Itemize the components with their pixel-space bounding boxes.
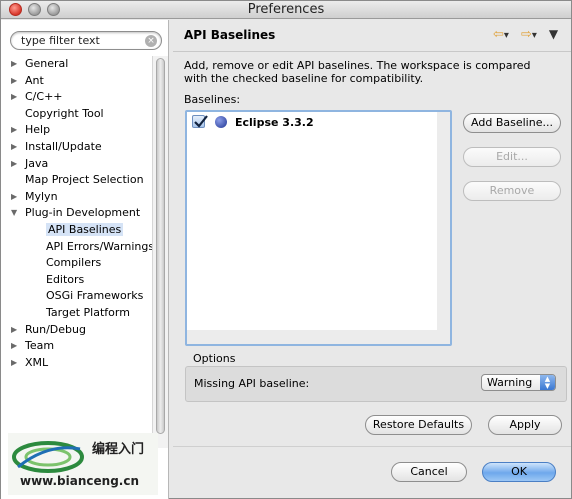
preference-tree-pane: type filter text × ▶ General ▶ Ant ▶ C/C++ Cop… [1, 20, 169, 499]
watermark-cn-text: 编程入门 [92, 441, 144, 457]
ok-button[interactable]: OK [482, 462, 556, 482]
missing-baseline-value: Warning [487, 376, 533, 389]
tree-item-label: C/C++ [25, 90, 63, 104]
back-arrow-icon[interactable]: ⇦▾ [493, 27, 515, 42]
triangle-right-icon[interactable]: ▶ [11, 355, 21, 371]
watermark-logo: 编程入门 www.bianceng.cn [8, 433, 158, 495]
tree-scrollbar-thumb[interactable] [156, 58, 165, 434]
baseline-globe-icon [215, 116, 227, 128]
clear-filter-icon[interactable]: × [145, 35, 157, 47]
baseline-checkbox[interactable] [192, 115, 208, 128]
tree-item-label: OSGi Frameworks [46, 289, 144, 303]
restore-defaults-button[interactable]: Restore Defaults [365, 415, 472, 435]
page-title: API Baselines [184, 28, 276, 42]
tree-item-label: Run/Debug [25, 322, 86, 336]
select-arrows-icon: ▲ ▼ [540, 375, 555, 390]
triangle-down-icon[interactable]: ▼ [11, 205, 21, 221]
remove-baseline-button[interactable]: Remove [463, 181, 561, 201]
triangle-right-icon[interactable]: ▶ [11, 139, 21, 155]
missing-baseline-select[interactable]: Warning ▲ ▼ [481, 374, 556, 391]
triangle-right-icon[interactable]: ▶ [11, 73, 21, 89]
baselines-list[interactable]: Eclipse 3.3.2 [185, 110, 452, 346]
forward-arrow-icon[interactable]: ⇨▾ [521, 27, 543, 42]
filter-input-text: type filter text [21, 34, 100, 47]
tree-item-label: Java [25, 156, 49, 170]
cancel-button[interactable]: Cancel [391, 462, 467, 482]
tree-item-label: Editors [46, 272, 85, 286]
title-bar: Preferences [1, 1, 571, 19]
missing-baseline-label: Missing API baseline: [194, 377, 310, 390]
baselines-label: Baselines: [184, 93, 241, 106]
view-menu-icon[interactable]: ▼ [549, 27, 558, 41]
page-description: Add, remove or edit API baselines. The w… [184, 59, 531, 85]
tree-item-label: Mylyn [25, 189, 58, 203]
list-horizontal-scrollbar[interactable] [187, 330, 450, 344]
tree-item-label: Compilers [46, 256, 102, 270]
tree-item-label: Install/Update [25, 140, 102, 153]
apply-button[interactable]: Apply [488, 415, 562, 435]
tree-item-label: XML [25, 355, 49, 369]
triangle-right-icon[interactable]: ▶ [11, 156, 21, 172]
triangle-right-icon[interactable]: ▶ [11, 338, 21, 354]
header-separator [173, 51, 571, 52]
options-group: Missing API baseline: Warning ▲ ▼ [185, 366, 567, 402]
tree-item-label: General [25, 57, 69, 70]
tree-item-label: Map Project Selection [25, 173, 144, 187]
tree-item-label: Target Platform [46, 306, 130, 319]
page-navigation: ⇦▾ ⇨▾ ▼ [493, 27, 564, 42]
options-label: Options [193, 352, 236, 365]
list-item[interactable]: Eclipse 3.3.2 [190, 114, 390, 130]
tree-item-label: Ant [25, 73, 44, 87]
footer-separator [173, 446, 571, 447]
triangle-right-icon[interactable]: ▶ [11, 322, 21, 338]
list-vertical-scrollbar[interactable] [437, 112, 450, 330]
triangle-right-icon[interactable]: ▶ [11, 189, 21, 205]
window-title: Preferences [247, 2, 325, 17]
baselines-list-content: Eclipse 3.3.2 [187, 112, 437, 330]
preferences-window: Preferences type filter text × ▶ General ▶… [0, 0, 572, 499]
tree-item-label: Help [25, 123, 51, 137]
tree-item-label: Plug-in Development [25, 206, 141, 220]
watermark-url: www.bianceng.cn [20, 474, 139, 488]
add-baseline-button[interactable]: Add Baseline... [463, 113, 561, 133]
filter-input[interactable]: type filter text × [10, 31, 162, 50]
triangle-right-icon[interactable]: ▶ [11, 56, 21, 72]
triangle-right-icon[interactable]: ▶ [11, 122, 21, 138]
edit-baseline-button[interactable]: Edit... [463, 147, 561, 167]
baseline-name: Eclipse 3.3.2 [235, 116, 314, 129]
triangle-right-icon[interactable]: ▶ [11, 89, 21, 105]
tree-item-label: API Errors/Warnings [46, 239, 155, 253]
tree-item-label: Team [25, 339, 55, 353]
tree-item-label: Copyright Tool [25, 106, 104, 120]
tree-scrollbar[interactable] [152, 56, 168, 448]
tree-item-label: API Baselines [46, 223, 124, 236]
